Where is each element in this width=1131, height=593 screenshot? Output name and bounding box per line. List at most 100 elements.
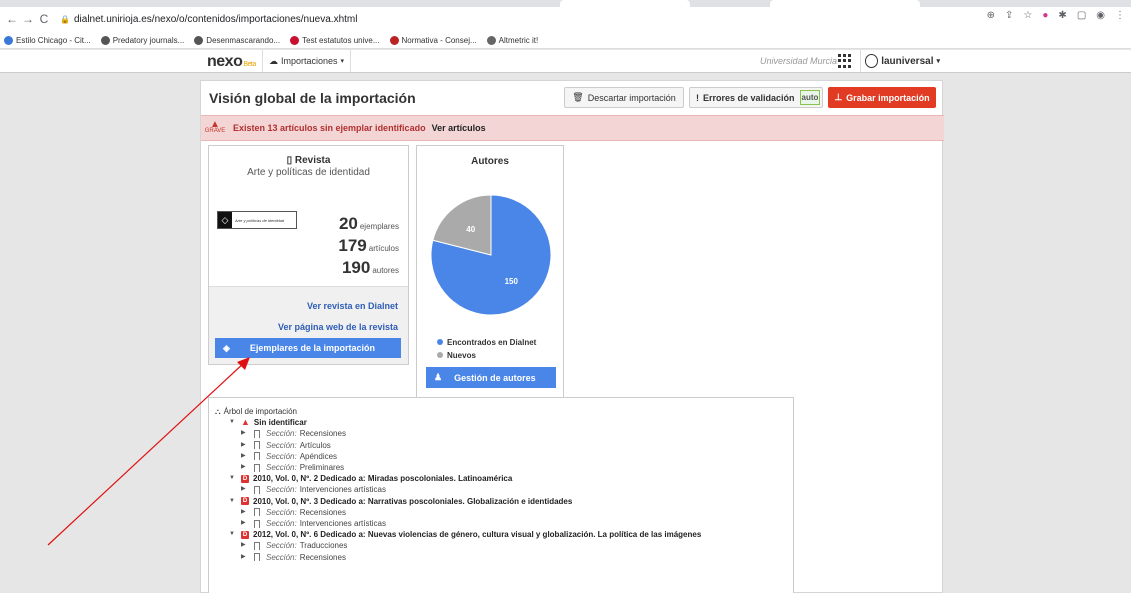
tree-node[interactable]: ▶ Sección: Traducciones	[215, 540, 793, 551]
tree-node[interactable]: ▶ Sección: Apéndices	[215, 451, 793, 462]
import-tree: ⛬ Árbol de importación ▼ ▲ Sin identificar …	[208, 397, 794, 593]
main-panel: Visión global de la importación 🗑 Descar…	[200, 80, 944, 593]
forward-icon[interactable]: →	[20, 12, 36, 26]
expand-icon[interactable]: ▶	[241, 428, 251, 439]
stat-ejemplares: 20 ejemplares	[338, 214, 399, 233]
authors-card: Autores 150 40 Encontrados en Dialnet Nue…	[416, 145, 564, 398]
book-icon: ▯	[286, 155, 293, 166]
warning-icon: ▲	[241, 417, 250, 428]
tree-node[interactable]: ▼ D 2012, Vol. 0, Nº. 6 Dedicado a: Nuevas…	[215, 529, 793, 540]
stat-autores: 190 autores	[341, 258, 399, 277]
menu-icon[interactable]: ⋮	[1115, 10, 1125, 21]
bookmark[interactable]: Desenmascarando...	[194, 35, 280, 45]
reload-icon[interactable]: C	[36, 12, 52, 26]
legend-found: Encontrados en Dialnet	[437, 336, 536, 349]
zoom-icon[interactable]: ⊕	[987, 10, 995, 21]
tree-node[interactable]: ▶ Sección: Recensiones	[215, 507, 793, 518]
bookmark-icon	[486, 35, 496, 45]
importaciones-menu[interactable]: ☁ Importaciones ▾	[262, 50, 352, 72]
legend-dot-icon	[437, 352, 443, 358]
view-journal-web-link[interactable]: Ver página web de la revista	[278, 322, 398, 332]
tab-strip	[0, 0, 1131, 7]
caret-down-icon: ▾	[340, 58, 345, 65]
tree-node[interactable]: ▶ Sección: Intervenciones artísticas	[215, 484, 793, 495]
bookmark-icon	[4, 35, 13, 45]
star-icon[interactable]: ☆	[1023, 10, 1032, 21]
browser-tab[interactable]	[770, 0, 920, 7]
apps-grid-icon[interactable]	[838, 54, 852, 68]
users-icon: ♟	[434, 372, 443, 382]
validation-errors-button[interactable]: ! Errores de validación auto	[689, 87, 823, 108]
auto-toggle[interactable]: auto	[800, 90, 820, 105]
collapse-icon[interactable]: ▼	[229, 496, 239, 507]
bookmark-icon	[254, 508, 260, 517]
address-row: ← → C 🔒 dialnet.unirioja.es/nexo/o/conten…	[0, 10, 1131, 28]
bookmark[interactable]: Predatory journals...	[100, 35, 184, 45]
bookmark[interactable]: Estilo Chicago - Cit...	[4, 35, 91, 45]
extension-icon[interactable]: ●	[1042, 10, 1048, 21]
view-journal-dialnet-link[interactable]: Ver revista en Dialnet	[307, 301, 398, 311]
tree-title: ⛬ Árbol de importación	[215, 407, 297, 416]
back-icon[interactable]: ←	[4, 12, 20, 26]
manage-authors-button[interactable]: ♟ Gestión de autores	[426, 367, 556, 388]
pin-icon: ⊥	[834, 92, 843, 102]
tree-node[interactable]: ▶ Sección: Recensiones	[215, 428, 793, 439]
expand-icon[interactable]: ▶	[241, 540, 251, 551]
profile-icon[interactable]: ◉	[1096, 10, 1105, 21]
username: launiversal	[881, 55, 934, 67]
expand-icon[interactable]: ▶	[241, 462, 251, 473]
authors-title: Autores	[471, 156, 509, 167]
share-icon[interactable]: ⇪	[1005, 10, 1013, 21]
bookmark[interactable]: Test estatutos unive...	[290, 35, 380, 45]
collapse-icon[interactable]: ▼	[229, 417, 239, 428]
exclamation-icon: !	[696, 92, 699, 103]
expand-icon[interactable]: ▶	[241, 518, 251, 529]
user-menu[interactable]: launiversal ▾	[860, 50, 944, 72]
cloud-icon: ☁	[269, 55, 278, 66]
app-navbar: nexoBeta ☁ Importaciones ▾ Universidad M…	[0, 50, 1131, 73]
tree-node[interactable]: ▼ D 2010, Vol. 0, Nº. 2 Dedicado a: Mirada…	[215, 473, 793, 484]
view-articles-link[interactable]: Ver artículos	[432, 123, 486, 133]
discard-button[interactable]: 🗑 Descartar importación	[564, 87, 684, 108]
save-import-button[interactable]: ⊥ Grabar importación	[828, 87, 936, 108]
tree-node[interactable]: ▶ Sección: Recensiones	[215, 552, 793, 563]
import-issues-button[interactable]: ◈ Ejemplares de la importación	[215, 338, 401, 358]
diamond-icon: ◇	[218, 212, 232, 228]
puzzle-icon[interactable]: ✱	[1058, 10, 1066, 21]
journal-heading: ▯ Revista	[286, 155, 331, 166]
pie-data-label: 150	[505, 277, 519, 286]
collapse-icon[interactable]: ▼	[229, 529, 239, 540]
bookmark[interactable]: Altmetric it!	[486, 35, 538, 45]
expand-icon[interactable]: ▶	[241, 440, 251, 451]
nexo-logo[interactable]: nexoBeta	[207, 53, 256, 71]
bookmark-icon	[254, 542, 260, 551]
bookmark-icon	[254, 430, 260, 438]
university-name: Universidad Murcia	[760, 56, 838, 66]
bookmark-icon	[254, 486, 260, 495]
tree-node[interactable]: ▼ D 2010, Vol. 0, Nº. 3 Dedicado a: Narrat…	[215, 496, 793, 507]
bookmark-icon	[194, 35, 204, 45]
bookmark-icon	[290, 35, 300, 45]
expand-icon[interactable]: ▶	[241, 484, 251, 495]
browser-chrome: ← → C 🔒 dialnet.unirioja.es/nexo/o/conten…	[0, 0, 1131, 32]
journal-card-footer: Ver revista en Dialnet Ver página web de…	[209, 286, 408, 364]
tree-node[interactable]: ▶ Sección: Intervenciones artísticas	[215, 518, 793, 529]
sidepanel-icon[interactable]: ▢	[1077, 10, 1086, 21]
expand-icon[interactable]: ▶	[241, 552, 251, 563]
address-bar[interactable]: 🔒 dialnet.unirioja.es/nexo/o/contenidos/i…	[60, 14, 357, 25]
expand-icon[interactable]: ▶	[241, 451, 251, 462]
legend-dot-icon	[437, 339, 443, 345]
url-text: dialnet.unirioja.es/nexo/o/contenidos/im…	[73, 13, 358, 25]
dialnet-icon: D	[241, 497, 249, 506]
tree-node[interactable]: ▶ Sección: Preliminares	[215, 462, 793, 473]
bookmark[interactable]: Normativa - Consej...	[389, 35, 477, 45]
tree-node[interactable]: ▼ ▲ Sin identificar	[215, 417, 793, 428]
collapse-icon[interactable]: ▼	[229, 473, 239, 484]
browser-tab[interactable]	[560, 0, 690, 7]
stat-articulos: 179 artículos	[338, 236, 399, 255]
dialnet-icon: D	[241, 474, 249, 483]
pie-data-label: 40	[466, 225, 475, 234]
expand-icon[interactable]: ▶	[241, 507, 251, 518]
tree-node[interactable]: ▶ Sección: Artículos	[215, 440, 793, 451]
bookmarks-bar: Estilo Chicago - Cit... Predatory journa…	[0, 32, 1131, 49]
